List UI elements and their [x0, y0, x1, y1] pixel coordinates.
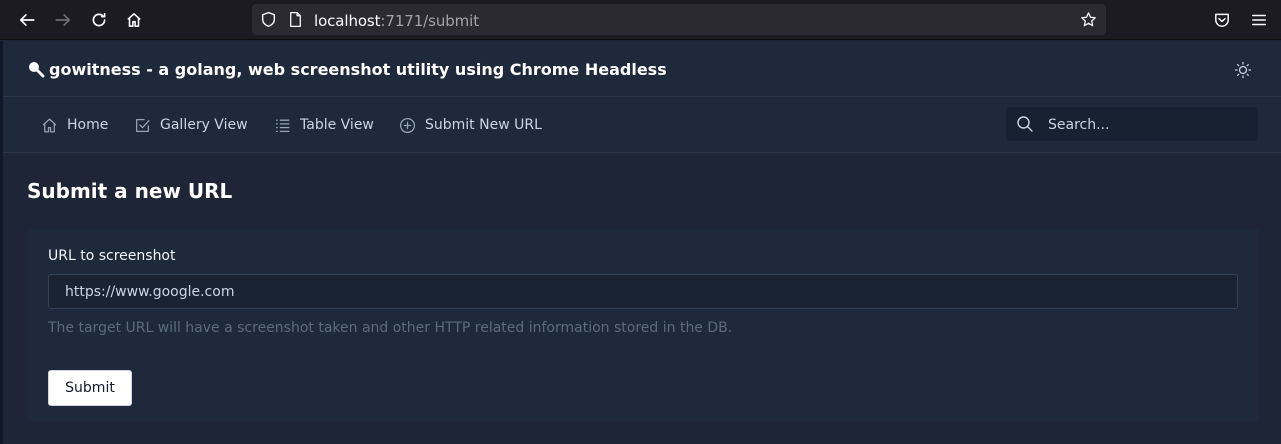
hamburger-menu-icon — [1252, 14, 1266, 26]
url-host: localhost — [314, 12, 381, 30]
pocket-button[interactable] — [1208, 6, 1236, 34]
menu-button[interactable] — [1245, 6, 1273, 34]
star-icon[interactable] — [1080, 11, 1097, 28]
arrow-left-icon — [19, 14, 35, 26]
nav-submit-url[interactable]: Submit New URL — [399, 114, 542, 136]
shield-icon[interactable] — [260, 11, 277, 28]
submit-form-card: URL to screenshot The target URL will ha… — [28, 229, 1259, 422]
search-input[interactable] — [1046, 107, 1250, 143]
submit-button[interactable]: Submit — [48, 370, 132, 406]
nav-gallery-label: Gallery View — [160, 117, 248, 133]
browser-toolbar: localhost:7171/submit — [0, 0, 1281, 40]
page-icon[interactable] — [287, 11, 304, 28]
search-box[interactable] — [1006, 107, 1258, 143]
home-icon — [42, 117, 57, 133]
reload-icon — [92, 12, 106, 27]
app-title[interactable]: gowitness - a golang, web screenshot uti… — [49, 60, 667, 79]
url-text[interactable]: localhost:7171/submit — [314, 12, 479, 30]
main-nav: Home Gallery View Table View Submit New … — [3, 97, 1281, 153]
arrow-right-icon — [55, 14, 71, 26]
plus-circle-icon — [399, 117, 416, 133]
page-title: Submit a new URL — [27, 179, 233, 203]
nav-home-label: Home — [67, 117, 109, 133]
app-header: gowitness - a golang, web screenshot uti… — [3, 41, 1281, 97]
reload-button[interactable] — [85, 6, 113, 34]
forward-button[interactable] — [49, 6, 77, 34]
url-helper-text: The target URL will have a screenshot ta… — [48, 320, 733, 336]
search-icon — [1017, 116, 1033, 132]
browser-home-icon — [127, 13, 141, 27]
url-field-label: URL to screenshot — [48, 248, 176, 264]
back-button[interactable] — [13, 6, 41, 34]
url-path: :7171/submit — [380, 12, 480, 30]
sun-icon[interactable] — [1233, 60, 1253, 80]
check-square-icon — [136, 118, 150, 132]
magnifier-logo-icon — [29, 62, 45, 78]
nav-table-view[interactable]: Table View — [274, 114, 374, 136]
list-icon — [276, 119, 290, 132]
url-input[interactable] — [48, 274, 1238, 309]
pocket-icon — [1215, 13, 1229, 27]
nav-gallery-view[interactable]: Gallery View — [134, 114, 248, 136]
nav-home[interactable]: Home — [41, 114, 108, 136]
home-button[interactable] — [120, 6, 148, 34]
address-bar[interactable]: localhost:7171/submit — [252, 4, 1106, 35]
nav-table-label: Table View — [300, 117, 374, 133]
nav-submit-label: Submit New URL — [425, 117, 542, 133]
